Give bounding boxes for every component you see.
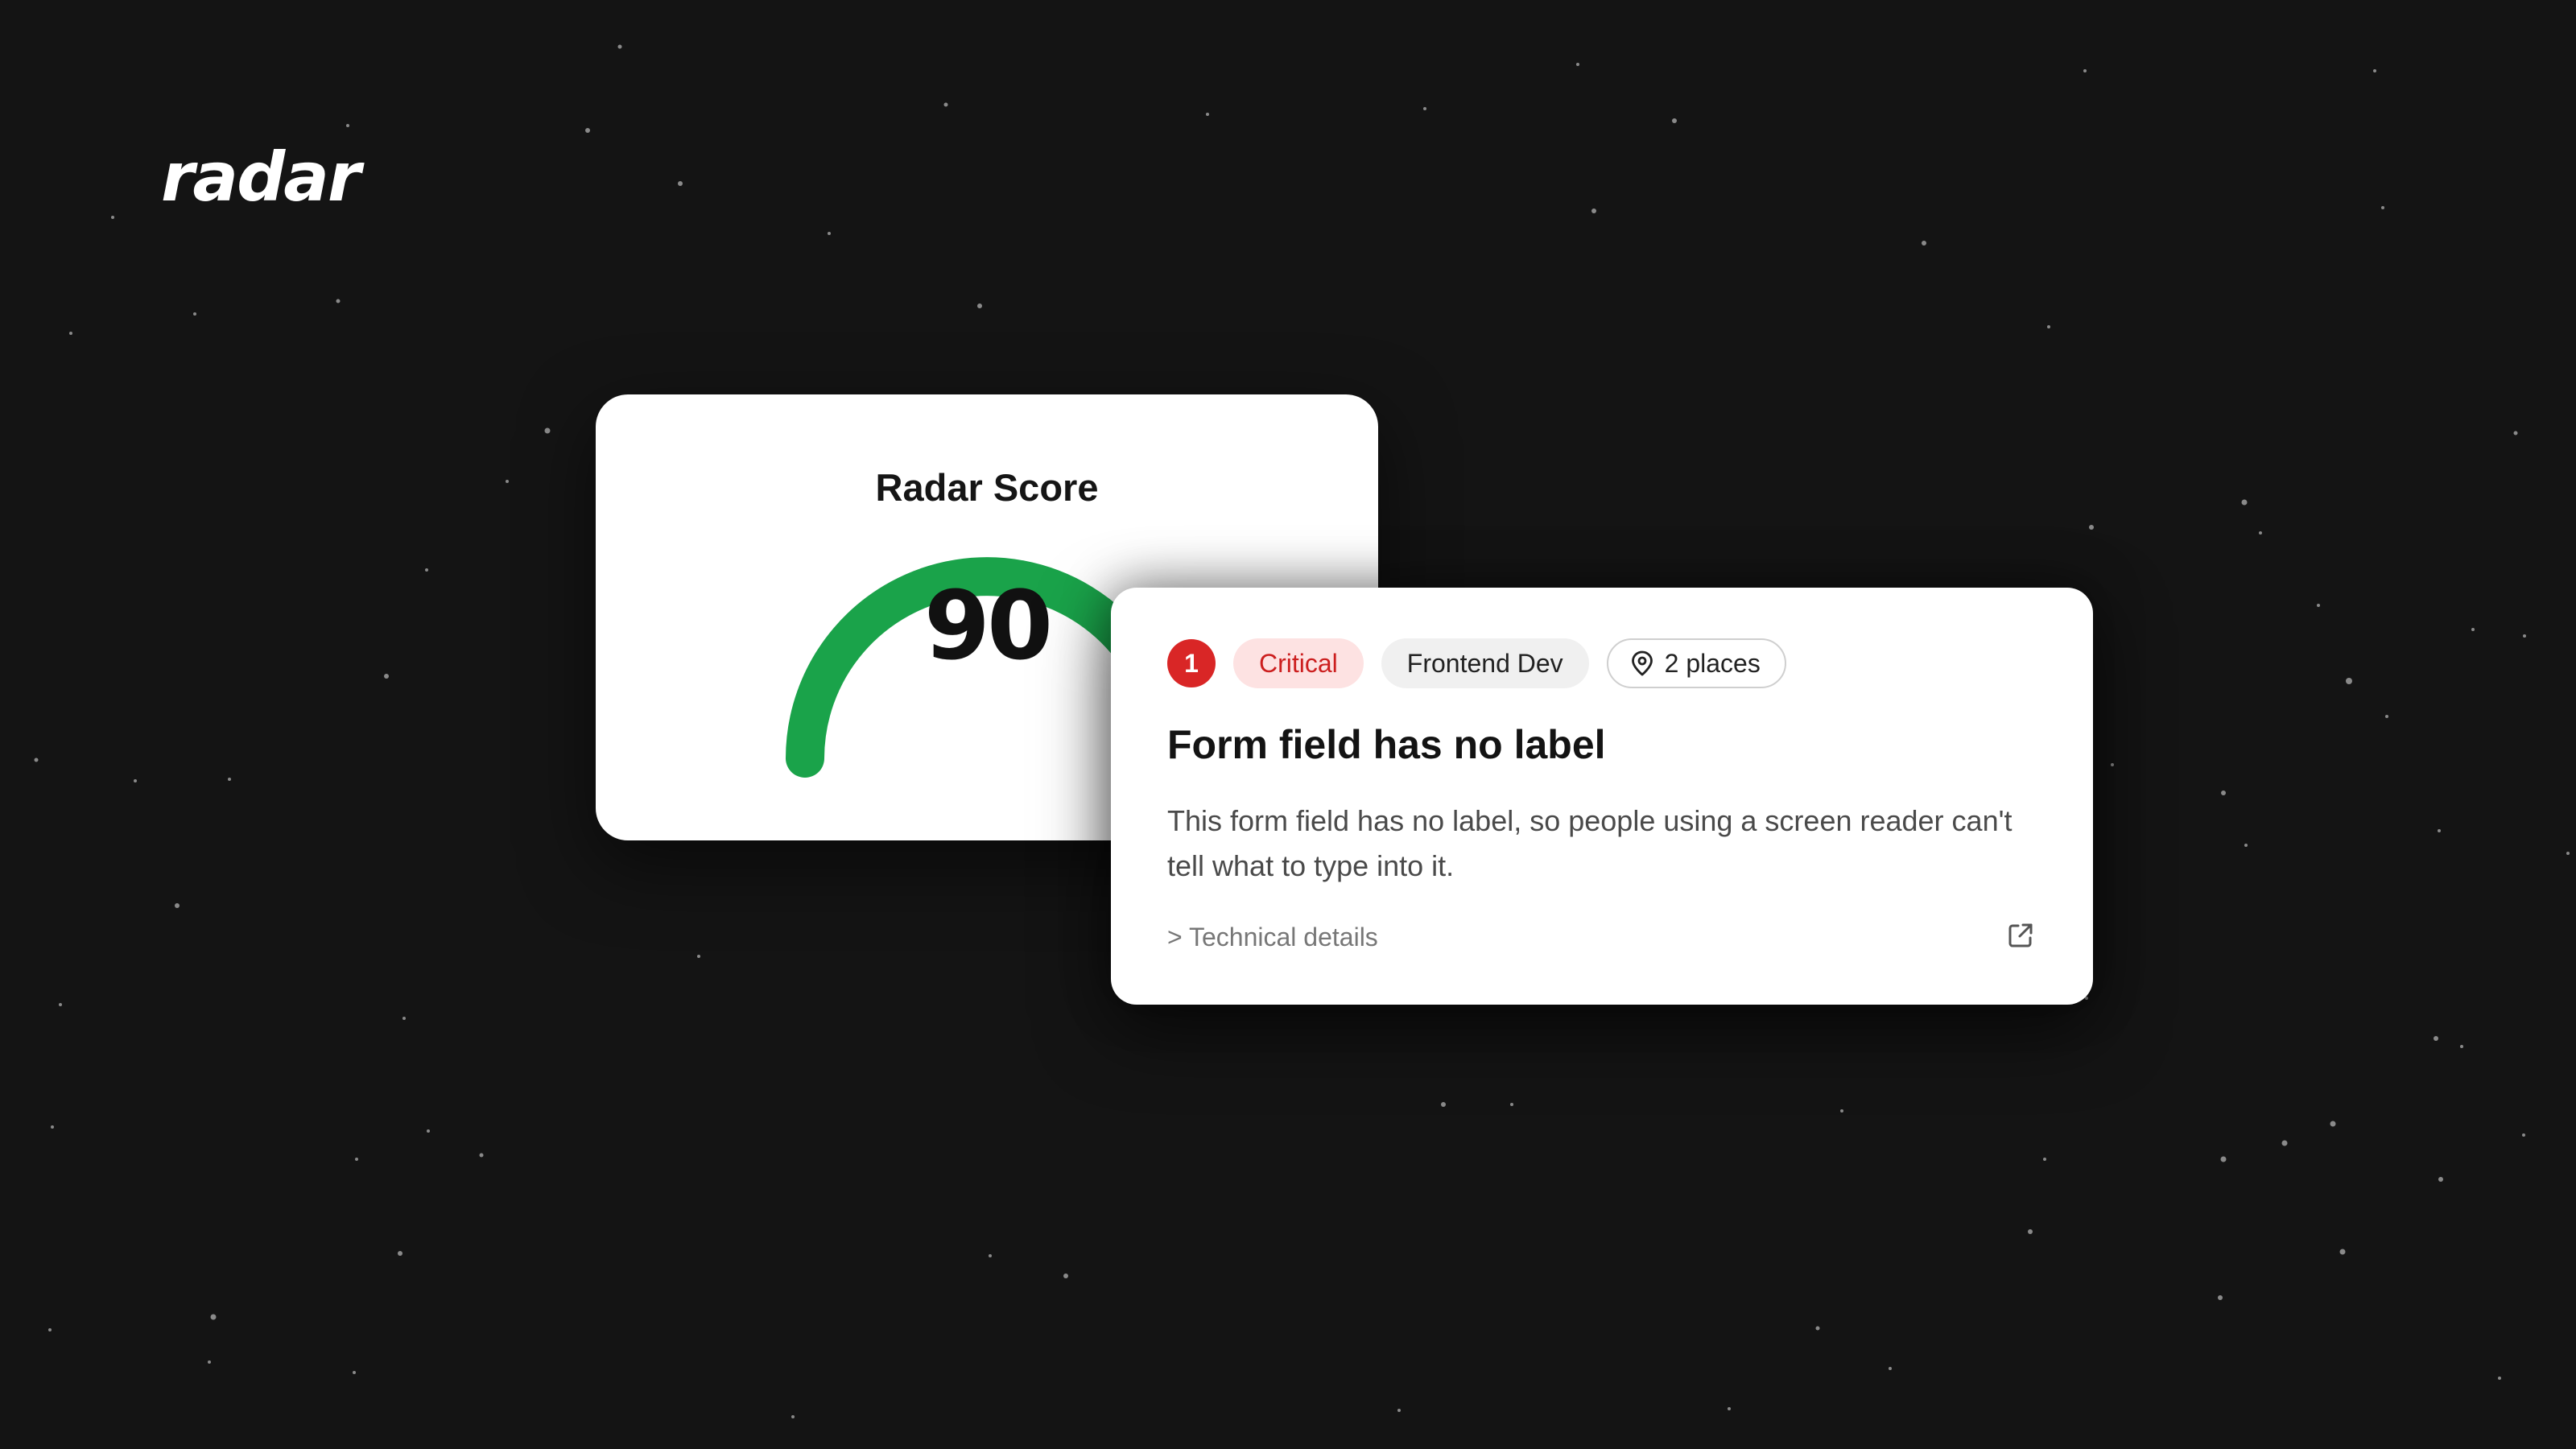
issue-title: Form field has no label — [1167, 722, 1606, 767]
places-button[interactable]: 2 places — [1606, 638, 1786, 688]
places-label: 2 places — [1664, 648, 1761, 678]
issue-badges: 1 Critical Frontend Dev 2 places — [1167, 638, 1804, 689]
severity-badge: Critical — [1233, 638, 1364, 688]
radar-logo[interactable]: radar — [161, 143, 361, 211]
page: radar Radar Score 90 1 Critical Frontend… — [0, 0, 2576, 1449]
issue-card[interactable]: 1 Critical Frontend Dev 2 places Form fi… — [1111, 588, 2093, 1005]
team-badge: Frontend Dev — [1381, 638, 1589, 688]
issue-count-badge: 1 — [1167, 639, 1216, 687]
map-pin-icon — [1631, 650, 1653, 676]
issue-description: This form field has no label, so people … — [1167, 804, 2013, 882]
external-link-icon[interactable] — [2004, 919, 2037, 952]
technical-details-toggle[interactable]: > Technical details — [1167, 924, 1378, 950]
